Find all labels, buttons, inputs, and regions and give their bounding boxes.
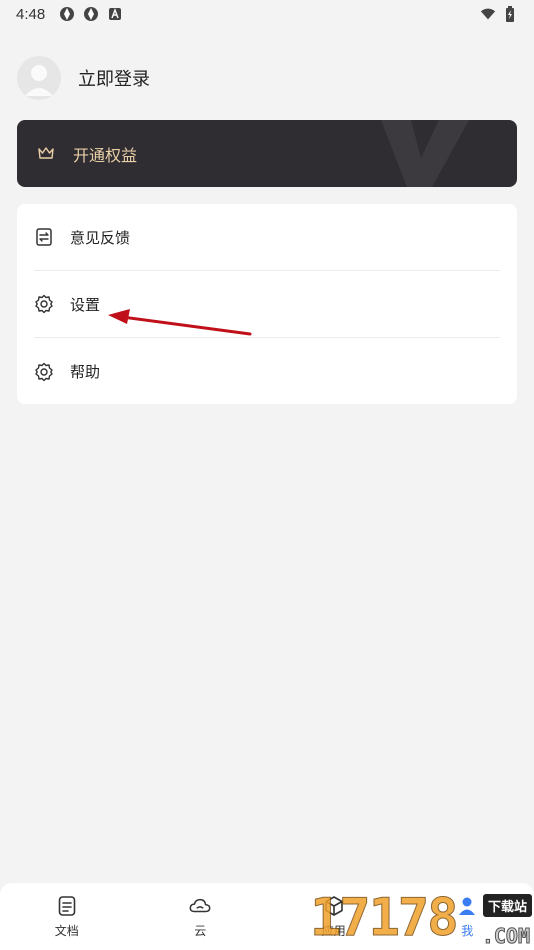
menu-label-settings: 设置 (70, 296, 101, 314)
profile-login[interactable]: 立即登录 (17, 55, 150, 101)
avatar (17, 56, 61, 100)
status-bar: 4:48 (0, 0, 534, 28)
aperture-icon (83, 6, 99, 22)
wifi-icon (480, 6, 496, 22)
v-logo-watermark (381, 120, 469, 187)
battery-charging-icon (502, 6, 518, 22)
aperture-icon (59, 6, 75, 22)
nav-label-cloud: 云 (194, 924, 207, 938)
menu-card: 意见反馈 设置 帮助 (17, 204, 517, 404)
vip-label: 开通权益 (73, 147, 138, 165)
help-gear-icon (34, 362, 54, 382)
document-icon (56, 895, 78, 917)
status-icons-left (59, 6, 123, 22)
watermark-suffix: .COM (481, 924, 530, 949)
menu-label-help: 帮助 (70, 364, 101, 381)
status-icons-right (480, 6, 518, 22)
menu-item-help[interactable]: 帮助 (34, 338, 500, 405)
login-label: 立即登录 (78, 69, 150, 89)
watermark-badge: 下载站 (482, 894, 532, 917)
watermark-digits: 17178 (310, 888, 460, 949)
nav-item-documents[interactable]: 文档 (0, 883, 134, 950)
status-time: 4:48 (16, 5, 46, 23)
menu-item-feedback[interactable]: 意见反馈 (34, 204, 500, 271)
vip-card[interactable]: 开通权益 (17, 120, 517, 187)
nav-label-documents: 文档 (54, 924, 79, 938)
a-badge-icon (107, 6, 123, 22)
gear-icon (34, 294, 54, 314)
menu-label-feedback: 意见反馈 (70, 229, 131, 247)
cloud-icon (189, 895, 211, 917)
nav-item-cloud[interactable]: 云 (134, 883, 268, 950)
crown-icon (37, 144, 57, 164)
feedback-icon (34, 227, 54, 247)
site-watermark: 17178 下载站 .COM (310, 888, 534, 950)
annotation-arrow-icon (108, 309, 252, 336)
